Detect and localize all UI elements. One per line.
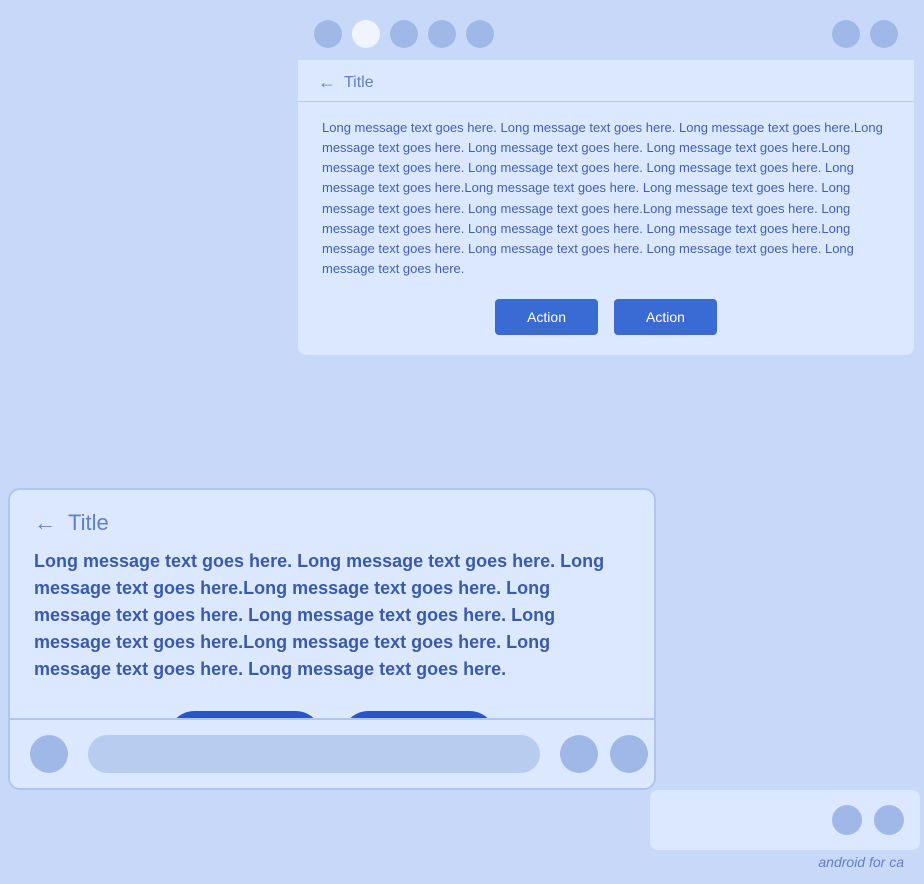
nav-dot-2 [560, 735, 598, 773]
top-card-title: Title [344, 74, 374, 92]
top-toolbar [298, 8, 914, 60]
bottom-message-text: Long message text goes here. Long messag… [34, 548, 630, 683]
bottom-card-header: ← Title [10, 490, 654, 548]
toolbar-dot-4 [428, 20, 456, 48]
nav-dot-1 [30, 735, 68, 773]
top-action-button-2[interactable]: Action [614, 299, 717, 335]
toolbar-dot-r1 [832, 20, 860, 48]
toolbar-dots-right [832, 20, 898, 48]
top-message-text: Long message text goes here. Long messag… [322, 118, 890, 279]
toolbar-dots-left [314, 20, 494, 48]
toolbar-dot-r2 [870, 20, 898, 48]
toolbar-dot-3 [390, 20, 418, 48]
bottom-card-title: Title [68, 510, 109, 536]
toolbar-dot-1 [314, 20, 342, 48]
frag-dot-2 [874, 805, 904, 835]
top-card-header: ← Title [298, 60, 914, 102]
top-card: ← Title Long message text goes here. Lon… [298, 8, 914, 355]
frag-dot-1 [832, 805, 862, 835]
nav-dot-3 [610, 735, 648, 773]
top-back-arrow-icon[interactable]: ← [318, 72, 336, 93]
bottom-back-arrow-icon[interactable]: ← [34, 510, 56, 536]
top-action-button-1[interactable]: Action [495, 299, 598, 335]
bottom-card: ← Title Long message text goes here. Lon… [8, 488, 656, 790]
toolbar-dot-2 [352, 20, 380, 48]
top-card-body: Long message text goes here. Long messag… [298, 102, 914, 355]
bottom-nav-bar [10, 718, 656, 788]
toolbar-dot-5 [466, 20, 494, 48]
nav-pill [88, 735, 540, 773]
watermark: android for ca [818, 854, 904, 870]
top-action-buttons: Action Action [322, 299, 890, 335]
right-fragment-card [650, 790, 920, 850]
